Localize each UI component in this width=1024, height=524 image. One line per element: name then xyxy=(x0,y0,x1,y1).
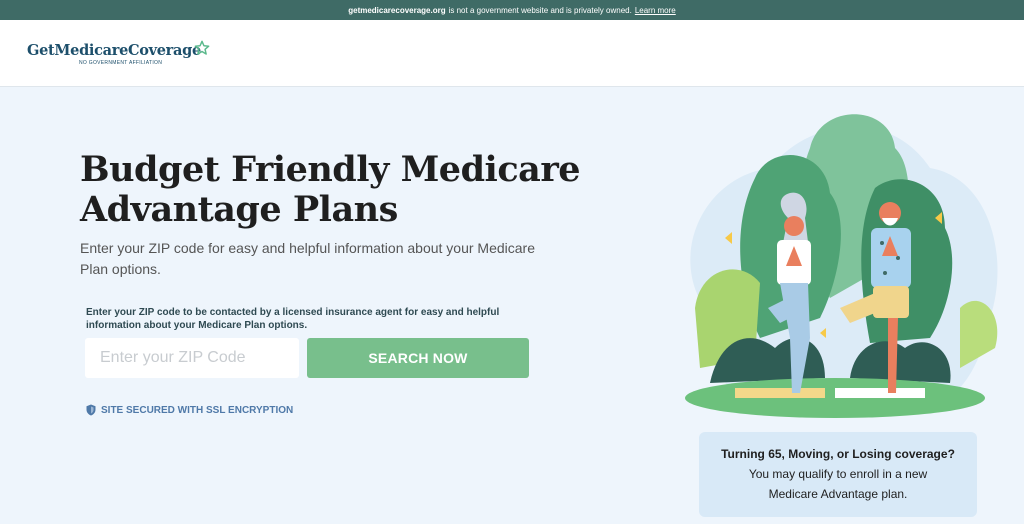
disclaimer-bar: getmedicarecoverage.org is not a governm… xyxy=(0,0,1024,20)
ssl-badge: SITE SECURED WITH SSL ENCRYPTION xyxy=(86,404,293,416)
eligibility-callout: Turning 65, Moving, or Losing coverage? … xyxy=(699,432,977,517)
site-logo[interactable]: GetMedicareCoverage NO GOVERNMENT AFFILI… xyxy=(27,40,210,66)
logo-text: GetMedicareCoverage xyxy=(27,42,201,59)
form-disclaimer: Enter your ZIP code to be contacted by a… xyxy=(86,307,500,331)
disclaimer-domain: getmedicarecoverage.org xyxy=(348,5,446,15)
disclaimer-text: is not a government website and is priva… xyxy=(448,5,632,15)
callout-line3: Medicare Advantage plan. xyxy=(768,487,908,501)
learn-more-link[interactable]: Learn more xyxy=(635,6,676,15)
logo-subtext: NO GOVERNMENT AFFILIATION xyxy=(79,60,163,66)
page-subtitle: Enter your ZIP code for easy and helpful… xyxy=(80,240,535,277)
callout-heading: Turning 65, Moving, or Losing coverage? xyxy=(721,447,955,461)
site-header: GetMedicareCoverage NO GOVERNMENT AFFILI… xyxy=(0,20,1024,87)
yoga-couple-illustration xyxy=(685,114,998,418)
shield-icon xyxy=(86,404,96,416)
search-now-button[interactable]: SEARCH NOW xyxy=(307,338,529,378)
page-title: Budget Friendly Medicare Advantage Plans xyxy=(80,149,581,230)
callout-line2: You may qualify to enroll in a new xyxy=(748,467,928,481)
star-icon xyxy=(194,40,210,55)
ssl-text: SITE SECURED WITH SSL ENCRYPTION xyxy=(101,404,294,416)
zip-code-input[interactable] xyxy=(85,338,299,378)
